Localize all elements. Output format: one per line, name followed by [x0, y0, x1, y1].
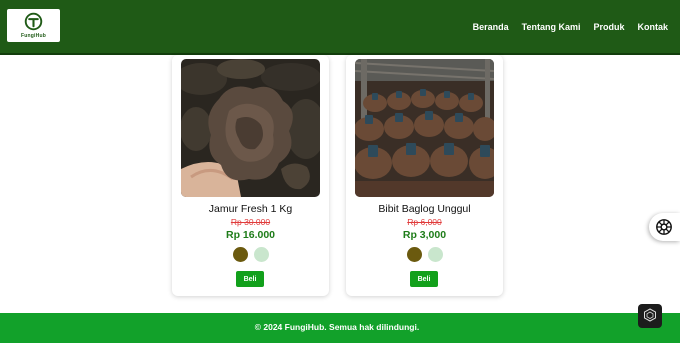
swatch-olive[interactable]: [232, 247, 248, 262]
logo-text: FungiHub: [21, 33, 46, 39]
product-image-mushroom: [181, 59, 320, 197]
product-card-bibit-baglog: Bibit Baglog Unggul Rp 6,000 Rp 3,000 Be…: [346, 55, 503, 296]
top-navbar: FungiHub Beranda Tentang Kami Produk Kon…: [0, 0, 680, 55]
footer-copyright: © 2024 FungiHub. Semua hak dilindungi.: [254, 322, 420, 332]
main-nav: Beranda Tentang Kami Produk Kontak: [473, 22, 668, 32]
color-swatches: [346, 247, 503, 262]
swatch-mint[interactable]: [427, 247, 443, 262]
product-image-baglog: [355, 59, 494, 197]
swatch-mint[interactable]: [253, 247, 269, 262]
fungihub-logo-icon: [24, 12, 43, 31]
page-footer: © 2024 FungiHub. Semua hak dilindungi.: [0, 313, 680, 343]
nav-link-beranda[interactable]: Beranda: [473, 22, 509, 32]
nav-link-produk[interactable]: Produk: [593, 22, 624, 32]
nav-link-kontak[interactable]: Kontak: [637, 22, 668, 32]
product-old-price: Rp 30.000: [230, 217, 271, 227]
settings-flower-icon: [656, 219, 672, 235]
product-title: Jamur Fresh 1 Kg: [208, 203, 293, 215]
color-swatches: [172, 247, 329, 262]
product-card-jamur-fresh: Jamur Fresh 1 Kg Rp 30.000 Rp 16.000 Bel…: [172, 55, 329, 296]
floating-badge-widget[interactable]: [638, 304, 662, 328]
product-old-price: Rp 6,000: [407, 217, 442, 227]
nav-link-tentang-kami[interactable]: Tentang Kami: [522, 22, 581, 32]
product-title: Bibit Baglog Unggul: [378, 203, 471, 215]
brand-logo[interactable]: FungiHub: [7, 9, 60, 42]
product-price: Rp 16.000: [225, 229, 276, 241]
swatch-olive[interactable]: [406, 247, 422, 262]
product-price: Rp 3,000: [402, 229, 447, 241]
side-settings-widget[interactable]: [649, 213, 680, 241]
buy-button[interactable]: Beli: [410, 271, 438, 287]
hexagon-emblem-icon: [644, 308, 656, 322]
buy-button[interactable]: Beli: [236, 271, 264, 287]
